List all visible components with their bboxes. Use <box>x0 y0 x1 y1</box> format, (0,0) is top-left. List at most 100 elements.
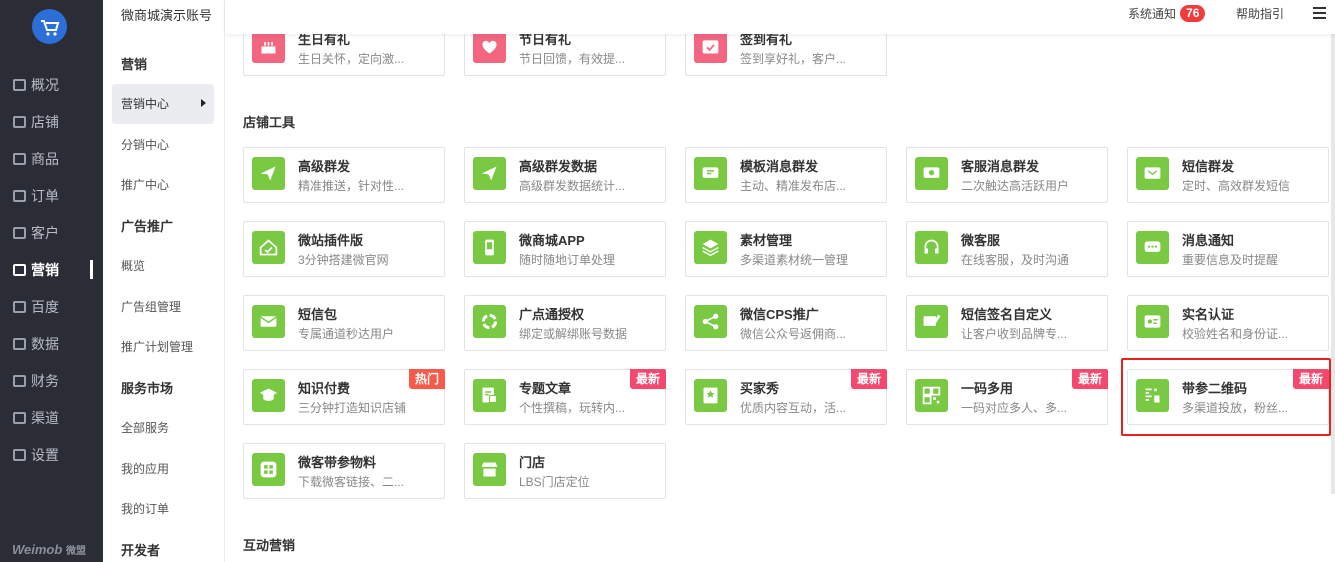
tool-card-title: 微客带参物料 <box>298 455 377 470</box>
tool-card[interactable]: 买家秀 优质内容互动，活... 最新 <box>685 369 887 425</box>
buyer-show-icon <box>694 379 727 412</box>
shop-front-icon <box>473 453 506 486</box>
tool-card-desc: 让客户收到品牌专... <box>961 327 1068 341</box>
material-icon <box>252 453 285 486</box>
subnav-item-11[interactable]: 我的订单 <box>112 489 214 529</box>
tool-card-title: 买家秀 <box>740 381 780 396</box>
qr-code-icon <box>915 379 948 412</box>
nav-item-label: 数据 <box>31 335 59 352</box>
nav-item-5[interactable]: 营销 <box>0 251 103 288</box>
nav-item-4[interactable]: 客户 <box>0 214 103 251</box>
tool-card-desc: 下载微客链接、二... <box>298 475 405 489</box>
tool-card-title: 门店 <box>519 455 546 470</box>
tool-card[interactable]: 素材管理 多渠道素材统一管理 <box>685 221 887 277</box>
ring-icon <box>473 305 506 338</box>
tool-card[interactable]: 短信群发 定时、高效群发短信 <box>1127 147 1329 203</box>
nav-item-label: 设置 <box>31 446 59 463</box>
tool-card[interactable]: 高级群发数据高级群发数据统计... <box>464 147 666 203</box>
hamburger-menu-icon[interactable] <box>1313 7 1326 19</box>
tool-card[interactable]: 微客服 在线客服，及时沟通 <box>906 221 1108 277</box>
tool-card[interactable]: 客服消息群发 二次触达高活跃用户 <box>906 147 1108 203</box>
subnav-item-0: 营销 <box>112 43 214 83</box>
tool-card-desc: 签到享好礼，客户... <box>740 52 847 66</box>
envelope-pen-icon <box>915 305 948 338</box>
tool-card-desc: 个性撰稿，玩转内... <box>519 401 626 415</box>
tool-card-desc: 高级群发数据统计... <box>519 179 626 193</box>
tool-card-title: 微商城APP <box>519 233 585 248</box>
nav-item-6[interactable]: 百度 <box>0 288 103 325</box>
tool-card[interactable]: 微客带参物料下载微客链接、二... <box>243 443 445 499</box>
tool-card[interactable]: 消息通知 重要信息及时提醒 <box>1127 221 1329 277</box>
nav-item-label: 财务 <box>31 372 59 389</box>
nav-item-3[interactable]: 订单 <box>0 177 103 214</box>
tool-card-title: 微客服 <box>961 233 1001 248</box>
logo[interactable] <box>32 9 67 44</box>
nav-item-7[interactable]: 数据 <box>0 325 103 362</box>
calendar-check-icon <box>694 30 727 63</box>
tool-card[interactable]: 知识付费 三分钟打造知识店铺 热门 <box>243 369 445 425</box>
article-icon <box>473 379 506 412</box>
tag-badge: 最新 <box>629 369 666 389</box>
subnav-item-3[interactable]: 推广中心 <box>112 165 214 205</box>
nav-item-9[interactable]: 渠道 <box>0 399 103 436</box>
tool-card-title: 实名认证 <box>1182 307 1235 322</box>
subnav-item-7[interactable]: 推广计划管理 <box>112 327 214 367</box>
tool-card[interactable]: 短信签名自定义 让客户收到品牌专... <box>906 295 1108 351</box>
nav-item-0[interactable]: 概况 <box>0 66 103 103</box>
send-plane-icon <box>252 157 285 190</box>
nav-item-8[interactable]: 财务 <box>0 362 103 399</box>
tool-card-desc: 精准推送，针对性... <box>298 179 405 193</box>
system-notice[interactable]: 系统通知 76 <box>1128 5 1206 22</box>
main-nav: 概况 店铺 商品 订单 客户 营销 百度 数据 财务 渠道 设置 Weimob 微盟 <box>0 0 103 562</box>
subnav-item-1[interactable]: 营销中心 <box>112 83 214 124</box>
help-link[interactable]: 帮助指引 <box>1236 5 1284 22</box>
tool-card-desc: 优质内容互动，活... <box>740 401 847 415</box>
channel-icon <box>13 411 26 424</box>
tool-card[interactable]: 广点通授权绑定或解绑账号数据 <box>464 295 666 351</box>
tool-card[interactable]: 微站插件版 3分钟搭建微官网 <box>243 221 445 277</box>
tool-card-desc: 节日回馈，有效提... <box>519 52 626 66</box>
tool-card[interactable]: 门店 LBS门店定位 <box>464 443 666 499</box>
tool-card-title: 专题文章 <box>519 381 572 396</box>
data-icon <box>13 337 26 350</box>
nav-item-label: 渠道 <box>31 409 59 426</box>
nav-item-1[interactable]: 店铺 <box>0 103 103 140</box>
tool-card[interactable]: 一码多用 一码对应多人、多... 最新 <box>906 369 1108 425</box>
subnav-item-10[interactable]: 我的应用 <box>112 448 214 488</box>
tool-card-title: 高级群发数据 <box>519 159 598 174</box>
tool-card[interactable]: 实名认证校验姓名和身份证... <box>1127 295 1329 351</box>
store-icon <box>13 115 26 128</box>
envelope-icon <box>252 305 285 338</box>
share-nodes-icon <box>694 305 727 338</box>
subnav-item-label: 营销中心 <box>121 97 170 111</box>
sms-icon <box>1136 157 1169 190</box>
nav-item-label: 商品 <box>31 150 59 167</box>
subnav-item-2[interactable]: 分销中心 <box>112 124 214 164</box>
tool-card[interactable]: 专题文章个性撰稿，玩转内... 最新 <box>464 369 666 425</box>
tool-card-title: 广点通授权 <box>519 307 585 322</box>
tool-card[interactable]: 模板消息群发 主动、精准发布店... <box>685 147 887 203</box>
tag-badge: 热门 <box>408 369 445 389</box>
subnav-item-5[interactable]: 概览 <box>112 246 214 286</box>
subnav-item-9[interactable]: 全部服务 <box>112 408 214 448</box>
nav-item-label: 营销 <box>31 261 59 278</box>
tool-card[interactable]: 高级群发 精准推送，针对性... <box>243 147 445 203</box>
subnav-item-label: 广告组管理 <box>121 299 182 314</box>
nav-item-2[interactable]: 商品 <box>0 140 103 177</box>
tool-card[interactable]: 微信CPS推广 微信公众号返佣商... <box>685 295 887 351</box>
tool-card-title: 短信包 <box>298 307 338 322</box>
subnav-item-label: 开发者 <box>121 542 161 558</box>
nav-item-10[interactable]: 设置 <box>0 436 103 473</box>
subnav-item-6[interactable]: 广告组管理 <box>112 286 214 326</box>
tool-card[interactable]: 微商城APP 随时随地订单处理 <box>464 221 666 277</box>
tool-card-desc: 校验姓名和身份证... <box>1182 327 1289 341</box>
tool-card-desc: 绑定或解绑账号数据 <box>519 327 628 341</box>
tool-card-title: 微信CPS推广 <box>740 307 819 322</box>
heart-gift-icon <box>473 30 506 63</box>
section-title-interactive: 互动营销 <box>243 538 296 553</box>
notice-count-badge: 76 <box>1180 5 1206 22</box>
scrollbar[interactable] <box>1331 34 1335 494</box>
subnav-item-label: 概览 <box>121 259 146 273</box>
tool-card[interactable]: 短信包 专属通道秒达用户 <box>243 295 445 351</box>
tool-card-desc: 生日关怀，定向激... <box>298 52 405 66</box>
